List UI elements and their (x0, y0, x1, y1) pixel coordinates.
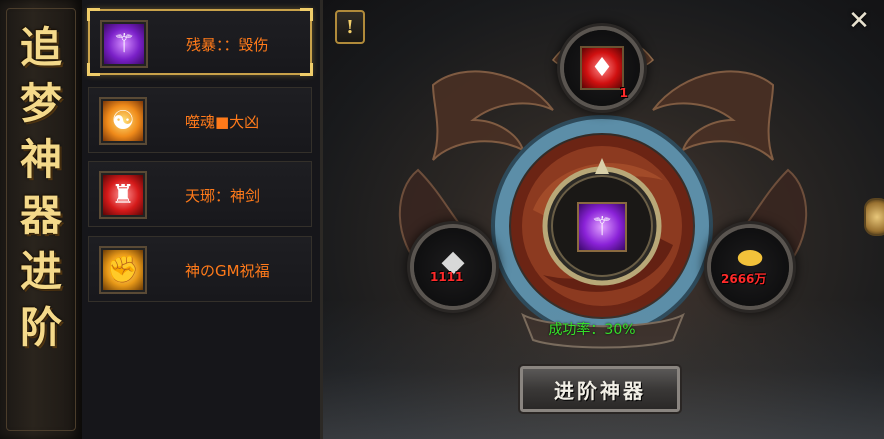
orange-soul-icon: ☯ (103, 101, 143, 141)
close-button[interactable]: ✕ (844, 6, 874, 36)
list-item-artifact-3[interactable]: ♜ 天琊：神剑 (88, 161, 312, 227)
material-slot-left[interactable]: ◆ 1111 (414, 228, 492, 306)
help-button[interactable]: ! (335, 10, 365, 44)
item-icon-frame: ⚚ (100, 20, 148, 68)
item-label: 天琊：神剑 (185, 186, 261, 205)
artifact-list: ⚚ 残暴：：毁伤 ☯ 噬魂■大凶 ♜ 天琊：神剑 ✊ 神のGM祝福 (82, 0, 323, 439)
golden-fist-icon: ✊ (103, 250, 143, 290)
panel-title: 追 梦 神 器 进 阶 (0, 22, 82, 354)
purple-trident-icon: ⚚ (104, 24, 144, 64)
slot-count: 1111 (430, 270, 464, 284)
item-icon-frame: ♜ (99, 171, 147, 219)
side-knob[interactable] (864, 198, 884, 236)
selection-corner (87, 8, 100, 21)
red-warrior-icon: ♜ (103, 175, 143, 215)
list-item-artifact-2[interactable]: ☯ 噬魂■大凶 (88, 87, 312, 153)
list-item-artifact-4[interactable]: ✊ 神のGM祝福 (88, 236, 312, 302)
upgrade-panel: ! ✕ ♦ 1 ◆ 1111 ⚚ ⬬ 2666万 成功率：30% 进阶神器 (323, 0, 884, 439)
title-banner: 追 梦 神 器 进 阶 (0, 0, 84, 439)
selection-corner (300, 8, 313, 21)
title-char: 神 (19, 135, 62, 184)
item-label: 残暴：：毁伤 (186, 35, 269, 54)
material-slot-right[interactable]: ⬬ 2666万 (711, 228, 789, 306)
item-label: 神のGM祝福 (185, 261, 270, 280)
item-icon-frame: ☯ (99, 97, 147, 145)
item-icon-frame: ✊ (99, 246, 147, 294)
item-label: 噬魂■大凶 (185, 112, 260, 131)
selection-corner (300, 63, 313, 76)
red-blood-drop-icon: ♦ (580, 46, 624, 90)
material-slot-top[interactable]: ♦ 1 (564, 30, 640, 106)
title-char: 进 (19, 247, 62, 296)
title-char: 追 (19, 23, 62, 72)
title-char: 器 (19, 191, 62, 240)
list-item-artifact-1[interactable]: ⚚ 残暴：：毁伤 (87, 8, 313, 76)
slot-count: 2666万 (721, 272, 767, 286)
artifact-upgrade-window: 追 梦 神 器 进 阶 ⚚ 残暴：：毁伤 ☯ 噬魂■大凶 ♜ 天琊：神剑 ✊ 神… (0, 0, 884, 439)
success-rate-text: 成功率：30% (548, 322, 636, 338)
title-char: 梦 (19, 79, 62, 128)
purple-trident-icon[interactable]: ⚚ (577, 202, 627, 252)
upgrade-artifact-button[interactable]: 进阶神器 (518, 364, 682, 414)
selection-corner (87, 63, 100, 76)
slot-count: 1 (619, 86, 628, 100)
title-char: 阶 (19, 303, 62, 352)
